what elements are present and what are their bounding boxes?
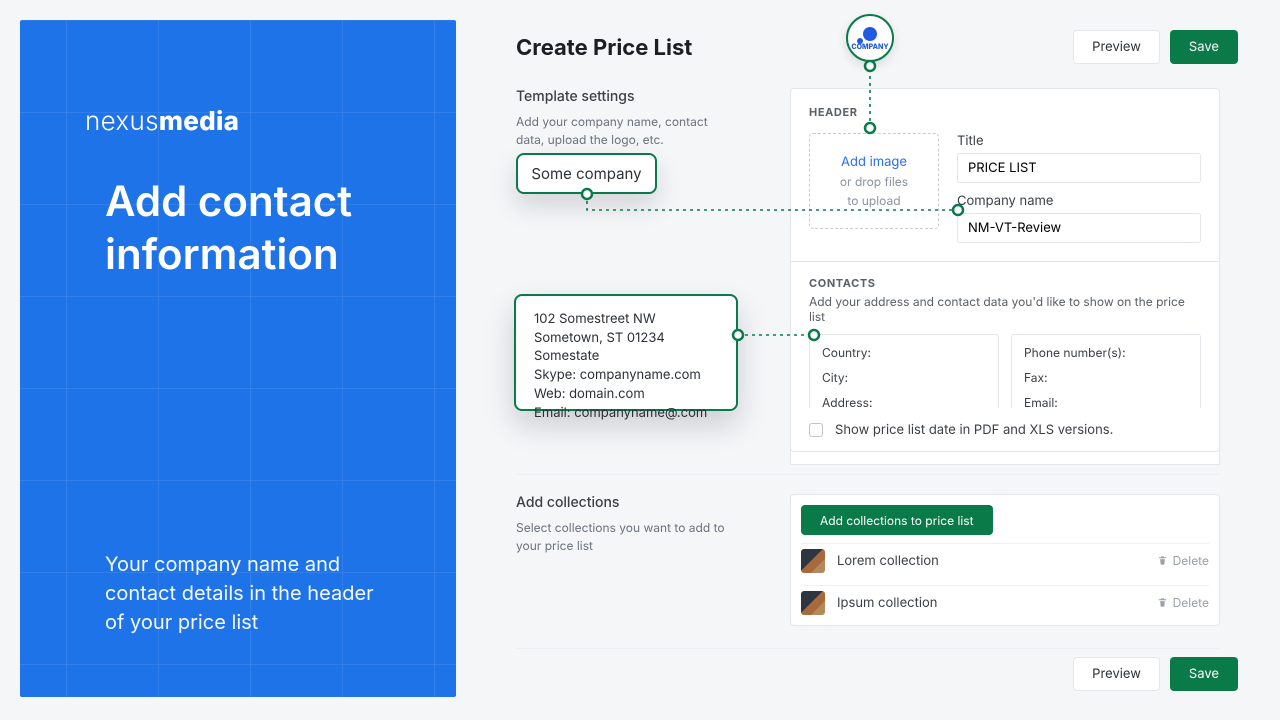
company-chip: Some company [516,153,657,194]
add-collections-button[interactable]: Add collections to price list [801,505,993,535]
trash-icon [1157,597,1168,608]
field-fax: Fax: [1024,370,1188,385]
bottom-actions: Preview Save [1073,657,1238,691]
top-actions: Preview Save [1073,30,1238,64]
brand-word-1: nexus [85,106,159,137]
contact-line: 102 Somestreet NW [534,310,718,329]
show-date-checkbox[interactable] [809,423,823,437]
preview-button-bottom[interactable]: Preview [1073,657,1160,691]
save-button[interactable]: Save [1170,30,1238,64]
contact-line: Email: companyname@.com [534,404,718,423]
collection-thumb-icon [801,549,825,573]
company-name-label: Company name [957,193,1201,209]
title-input[interactable] [957,153,1201,183]
divider-2 [516,648,1220,649]
delete-label: Delete [1173,553,1209,568]
contact-line: Somestate [534,347,718,366]
field-phone: Phone number(s): [1024,345,1188,360]
contact-line: Sometown, ST 01234 [534,329,718,348]
title-label: Title [957,133,1201,149]
dropzone-sub-1: or drop files [840,174,908,189]
brand-word-2: media [159,106,239,137]
app-canvas: Create Price List Preview Save Template … [478,0,1280,720]
field-city: City: [822,370,986,385]
show-date-row[interactable]: Show price list date in PDF and XLS vers… [790,408,1220,452]
company-name-input[interactable] [957,213,1201,243]
template-settings-heading: Template settings [516,88,726,105]
logo-dropzone[interactable]: Add image or drop files to upload [809,133,939,229]
add-collections-heading: Add collections [516,494,746,511]
contacts-section: CONTACTS [791,262,1219,294]
collection-delete-button[interactable]: Delete [1157,595,1209,610]
contact-sample-card: 102 Somestreet NW Sometown, ST 01234 Som… [514,294,738,411]
promo-panel: nexusmedia Add contact information Your … [20,20,456,697]
collection-row: Ipsum collection Delete [801,585,1209,619]
contacts-section-sub: Add your address and contact data you'd … [791,294,1219,334]
template-settings-sub: Add your company name, contact data, upl… [516,113,726,149]
company-logo-badge: COMPANY [846,14,894,62]
delete-label: Delete [1173,595,1209,610]
header-section: HEADER [791,89,1219,123]
show-date-label: Show price list date in PDF and XLS vers… [835,422,1113,438]
dropzone-sub-2: to upload [847,193,900,208]
company-logo-icon: COMPANY [851,27,888,50]
contact-line: Skype: companyname.com [534,366,718,385]
collection-delete-button[interactable]: Delete [1157,553,1209,568]
trash-icon [1157,555,1168,566]
header-section-label: HEADER [809,105,1201,119]
divider-1 [516,474,1220,475]
collection-thumb-icon [801,591,825,615]
add-image-link[interactable]: Add image [841,154,907,170]
contact-line: Web: domain.com [534,385,718,404]
collection-row: Lorem collection Delete [801,543,1209,577]
promo-headline: Add contact information [105,176,425,281]
save-button-bottom[interactable]: Save [1170,657,1238,691]
add-collections-block: Add collections Select collections you w… [516,494,746,555]
collection-name: Ipsum collection [837,595,937,611]
brand-logo: nexusmedia [85,106,239,137]
collection-name: Lorem collection [837,553,939,569]
collections-card: Add collections to price list Lorem coll… [790,494,1220,626]
header-fields: Title Company name [957,133,1201,243]
template-settings-block: Template settings Add your company name,… [516,88,726,149]
company-chip-label: Some company [531,164,641,183]
promo-subcopy: Your company name and contact details in… [105,550,396,637]
page-title: Create Price List [516,35,692,61]
field-country: Country: [822,345,986,360]
contacts-section-label: CONTACTS [809,276,1201,290]
preview-button[interactable]: Preview [1073,30,1160,64]
add-collections-sub: Select collections you want to add to yo… [516,519,746,555]
